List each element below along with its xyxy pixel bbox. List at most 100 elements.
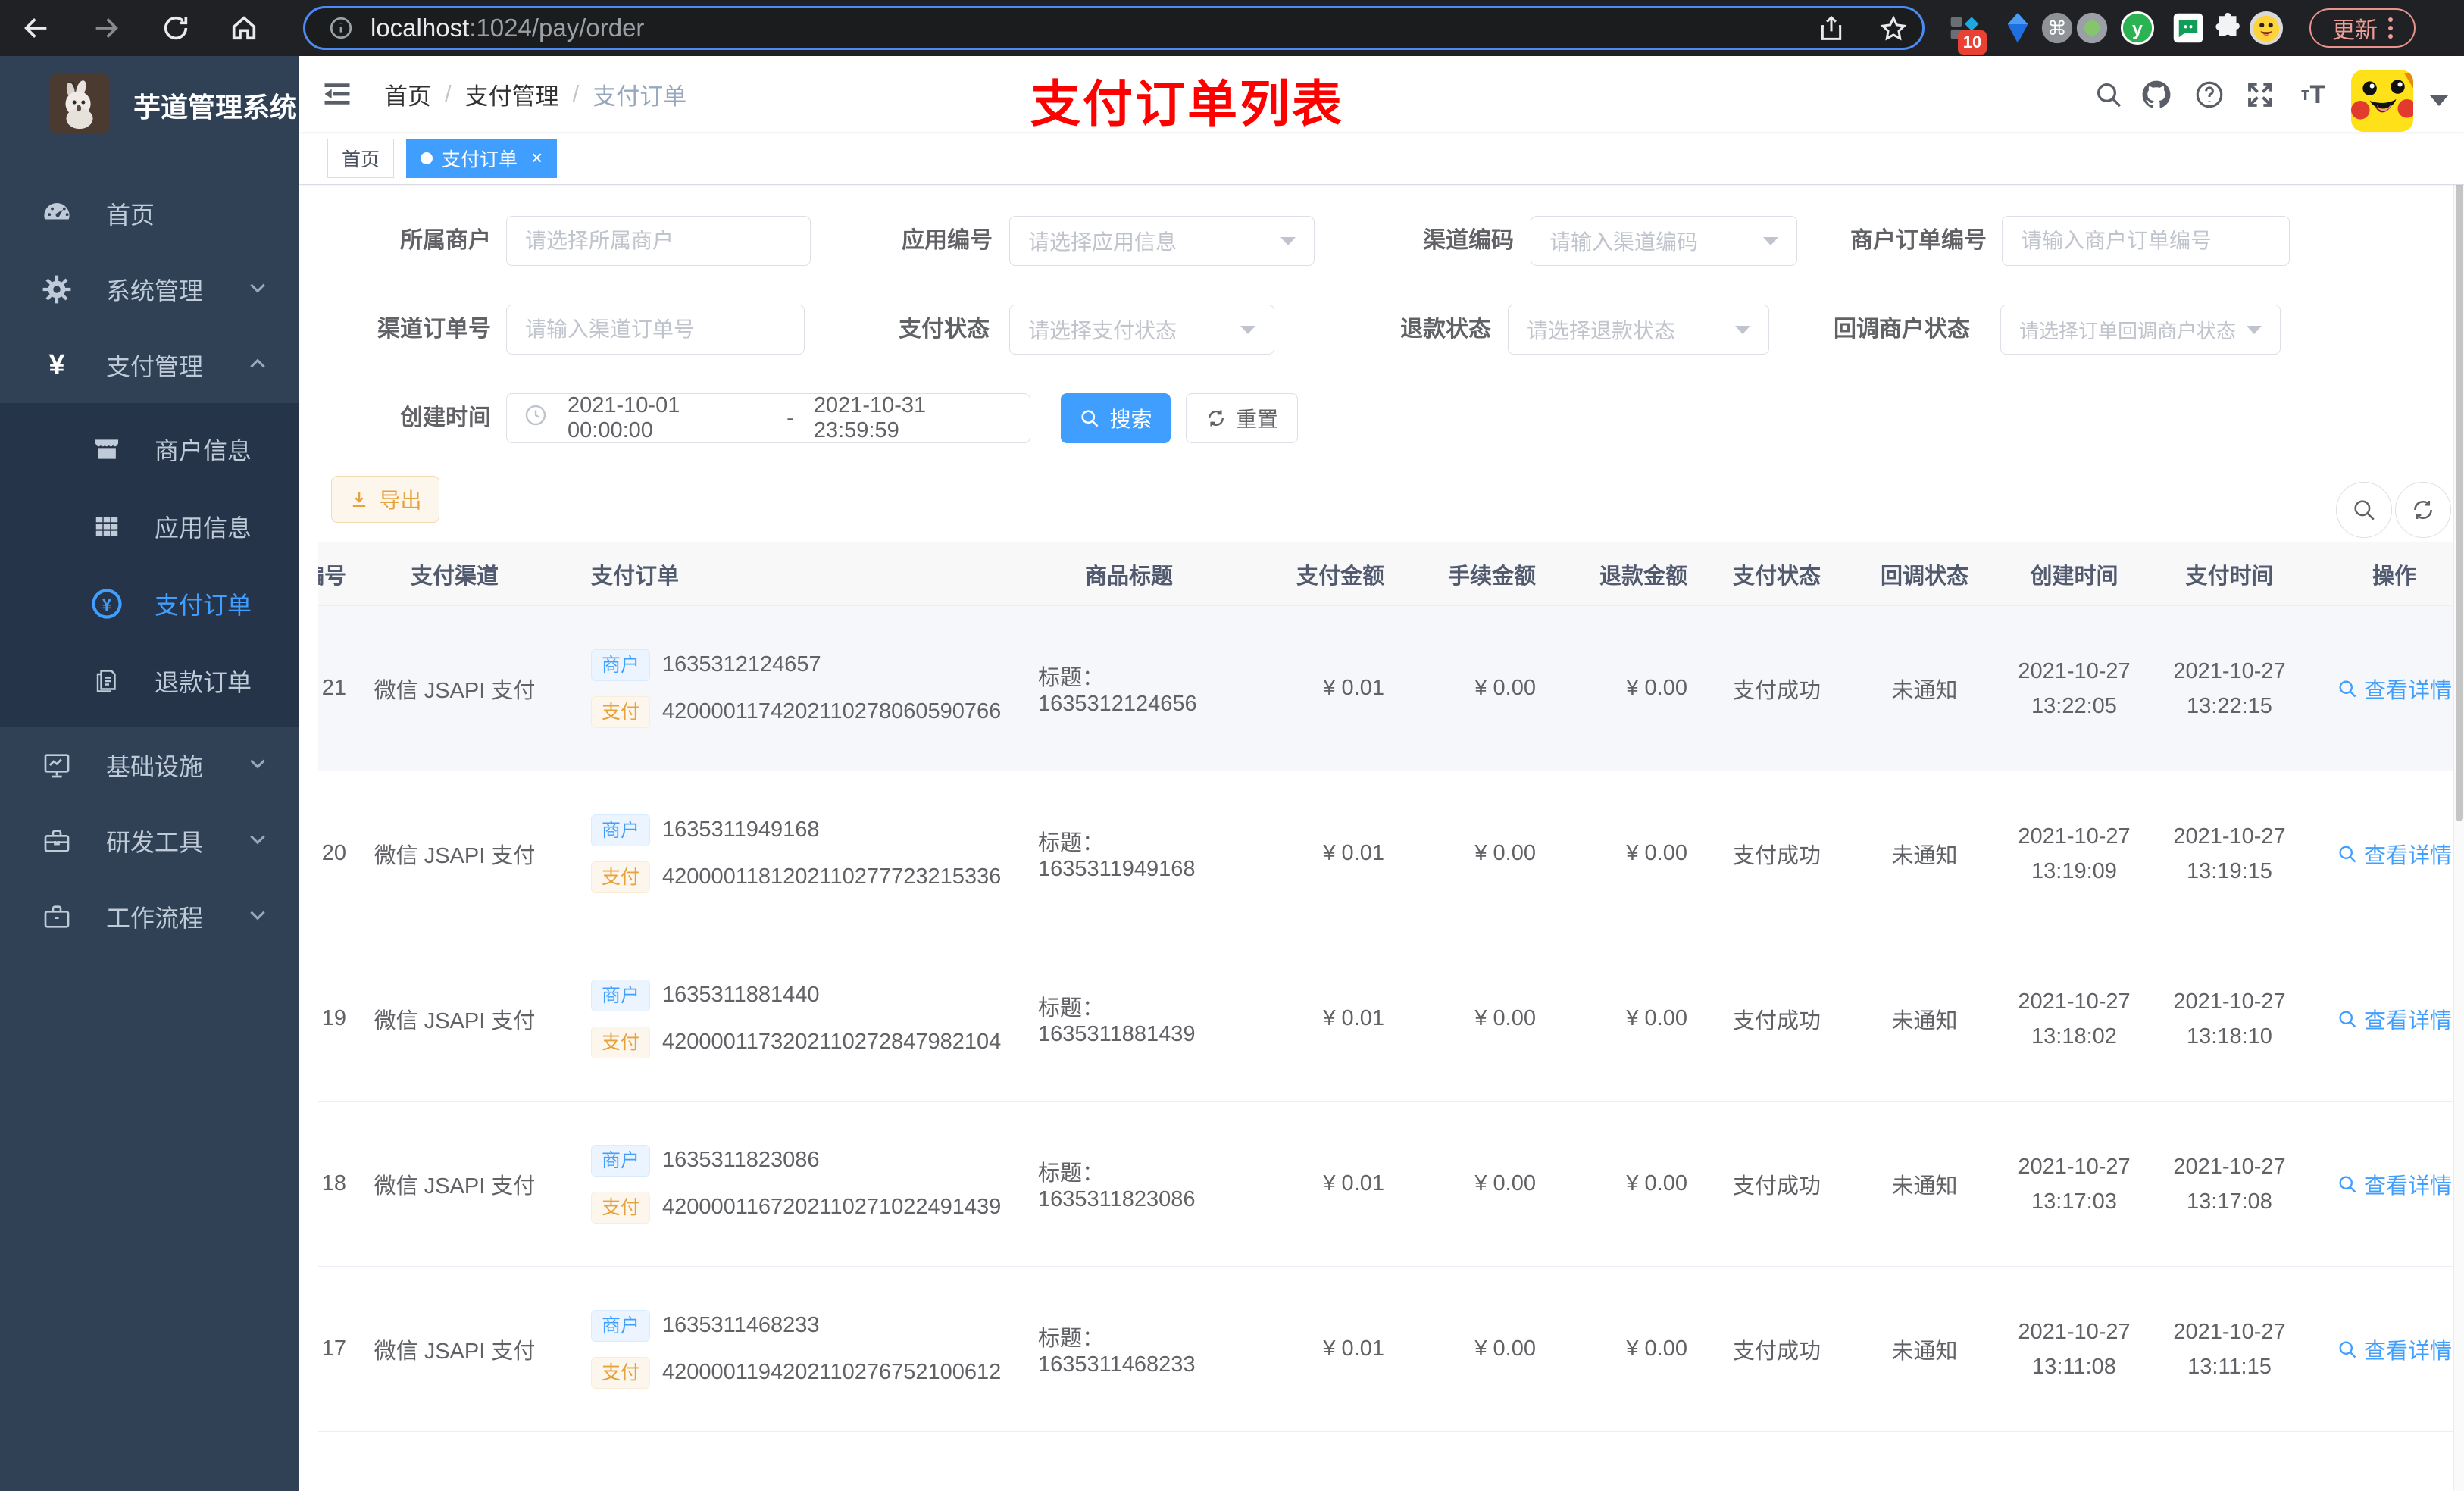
cell-id: 18 xyxy=(321,1171,346,1196)
tag-home[interactable]: 首页 xyxy=(327,138,395,178)
cell-title: 标题：1635311881439 xyxy=(1038,996,1196,1046)
channel-code-select[interactable]: 请输入渠道编码 xyxy=(1531,216,1797,266)
browser-back-icon[interactable] xyxy=(20,11,53,45)
view-detail-link[interactable]: 查看详情 xyxy=(2307,1168,2453,1200)
url-text: localhost:1024/pay/order xyxy=(371,14,644,42)
address-bar[interactable]: localhost:1024/pay/order xyxy=(303,6,1925,50)
view-detail-link[interactable]: 查看详情 xyxy=(2307,1333,2453,1365)
url-host: localhost xyxy=(371,14,470,42)
avatar-caret-icon[interactable] xyxy=(2430,95,2448,106)
sidebar-logo[interactable]: 芋道管理系统 xyxy=(0,56,299,155)
extension-tasks-icon[interactable]: 10 xyxy=(1947,11,1987,55)
channel-order-no-input[interactable] xyxy=(506,305,805,355)
export-button[interactable]: 导出 xyxy=(331,476,439,523)
view-detail-link[interactable]: 查看详情 xyxy=(2307,1003,2453,1035)
view-detail-link[interactable]: 查看详情 xyxy=(2307,673,2453,705)
toolbox-icon xyxy=(39,826,74,856)
pay-tag: 支付 xyxy=(591,695,651,728)
table-row: 17 微信 JSAPI 支付 商户 1635311468233 支付 4200001… xyxy=(318,1267,2453,1432)
extension-command-icon[interactable]: ⌘ xyxy=(2040,11,2075,45)
sidebar-item-payment[interactable]: ¥ 支付管理 xyxy=(0,327,299,403)
cell-refund: ¥ 0.00 xyxy=(1626,1336,1687,1361)
merchant-tag: 商户 xyxy=(591,649,651,681)
search-button[interactable]: 搜索 xyxy=(1061,393,1171,443)
page-content: 所属商户 应用编号 请选择应用信息 渠道编码 请输入渠道编码 商户订单编号 渠道… xyxy=(299,185,2464,1491)
document-icon xyxy=(89,667,124,695)
cell-paid: 2021-10-27 13:11:15 xyxy=(2173,1319,2286,1379)
reset-button[interactable]: 重置 xyxy=(1186,393,1298,443)
extension-gem-icon[interactable] xyxy=(2000,11,2035,45)
chevron-down-icon xyxy=(248,276,267,304)
view-detail-link[interactable]: 查看详情 xyxy=(2307,838,2453,870)
page-annotation: 支付订单列表 xyxy=(1030,76,1344,132)
callback-status-select[interactable]: 请选择订单回调商户状态 xyxy=(2000,305,2281,355)
sidebar-item-refund-order[interactable]: 退款订单 xyxy=(0,642,299,720)
cell-status: 支付成功 xyxy=(1732,843,1821,868)
help-icon[interactable] xyxy=(2192,77,2227,112)
cell-channel: 微信 JSAPI 支付 xyxy=(374,1008,536,1033)
sidebar-item-merchant-info[interactable]: 商户信息 xyxy=(0,411,299,488)
browser-reload-icon[interactable] xyxy=(159,11,192,45)
sidebar-item-home[interactable]: 首页 xyxy=(0,176,299,252)
table-row: 21 微信 JSAPI 支付 商户 1635312124657 支付 4200001… xyxy=(318,606,2453,771)
sidebar-item-workflow[interactable]: 工作流程 xyxy=(0,879,299,955)
cell-title: 标题：1635311468233 xyxy=(1038,1327,1196,1377)
filter-label-pay-status: 支付状态 xyxy=(899,317,990,342)
breadcrumb-section[interactable]: 支付管理 xyxy=(465,77,559,111)
extension-y-icon[interactable]: y xyxy=(2120,11,2155,45)
browser-update-button[interactable]: 更新 xyxy=(2309,8,2416,48)
create-time-range-input[interactable]: 2021-10-01 00:00:00 - 2021-10-31 23:59:5… xyxy=(506,393,1030,443)
date-separator: - xyxy=(786,405,794,430)
sidebar-item-app-info[interactable]: 应用信息 xyxy=(0,488,299,565)
tag-pay-order[interactable]: 支付订单 × xyxy=(406,138,558,178)
sidebar-item-dev-tools[interactable]: 研发工具 xyxy=(0,803,299,879)
share-icon[interactable] xyxy=(1816,14,1846,44)
toggle-search-button[interactable] xyxy=(2336,482,2392,538)
site-info-icon[interactable] xyxy=(328,15,354,41)
app-select[interactable]: 请选择应用信息 xyxy=(1009,216,1315,266)
extension-badge: 10 xyxy=(1958,30,1987,55)
breadcrumb-home[interactable]: 首页 xyxy=(384,77,431,111)
merchant-order-no: 1635312124657 xyxy=(662,652,821,677)
tag-close-icon[interactable]: × xyxy=(531,146,543,170)
filter-label-channel-code: 渠道编码 xyxy=(1423,228,1514,253)
sidebar-item-pay-order[interactable]: ¥ 支付订单 xyxy=(0,565,299,642)
refresh-button[interactable] xyxy=(2395,482,2451,538)
cell-order: 商户 1635311468233 支付 4200001194202110276752… xyxy=(549,1309,1004,1389)
cell-amount: ¥ 0.01 xyxy=(1323,1336,1384,1361)
sidebar-item-infrastructure[interactable]: 基础设施 xyxy=(0,727,299,803)
col-amount: 支付金额 xyxy=(1296,564,1384,589)
browser-forward-icon[interactable] xyxy=(89,11,123,45)
vertical-scrollbar[interactable] xyxy=(2453,56,2464,1491)
profile-emoji-icon[interactable] xyxy=(2249,11,2284,45)
refund-status-select[interactable]: 请选择退款状态 xyxy=(1508,305,1769,355)
extension-recorder-icon[interactable] xyxy=(2075,11,2109,45)
browser-menu-icon[interactable] xyxy=(2388,17,2393,39)
pay-order-no: 4200001167202110271022491439 xyxy=(662,1195,1002,1219)
extensions-puzzle-icon[interactable] xyxy=(2211,11,2246,45)
search-icon[interactable] xyxy=(2091,77,2126,112)
github-icon[interactable] xyxy=(2139,77,2174,112)
pay-tag: 支付 xyxy=(591,1356,651,1389)
fullscreen-icon[interactable] xyxy=(2243,77,2278,112)
pay-order-no: 4200001173202110272847982104 xyxy=(662,1030,1002,1054)
filter-label-create-time: 创建时间 xyxy=(400,405,491,430)
cell-id: 17 xyxy=(321,1336,346,1361)
text-size-icon[interactable]: тT xyxy=(2296,77,2331,112)
pay-tag: 支付 xyxy=(591,1191,651,1224)
merchant-tag: 商户 xyxy=(591,979,651,1011)
pay-status-select[interactable]: 请选择支付状态 xyxy=(1009,305,1274,355)
sidebar-item-system[interactable]: 系统管理 xyxy=(0,252,299,327)
bookmark-star-icon[interactable] xyxy=(1878,14,1909,44)
cell-id: 21 xyxy=(321,676,346,700)
user-avatar[interactable] xyxy=(2351,70,2413,132)
sidebar-toggle-icon[interactable] xyxy=(321,77,354,111)
cell-refund: ¥ 0.00 xyxy=(1626,676,1687,700)
cell-channel: 微信 JSAPI 支付 xyxy=(374,1174,536,1199)
merchant-input[interactable] xyxy=(506,216,811,266)
cell-channel: 微信 JSAPI 支付 xyxy=(374,1339,536,1364)
merchant-order-no-input[interactable] xyxy=(2002,216,2290,266)
browser-home-icon[interactable] xyxy=(227,11,261,45)
reset-button-label: 重置 xyxy=(1235,408,1278,431)
extension-chat-icon[interactable] xyxy=(2171,11,2206,45)
